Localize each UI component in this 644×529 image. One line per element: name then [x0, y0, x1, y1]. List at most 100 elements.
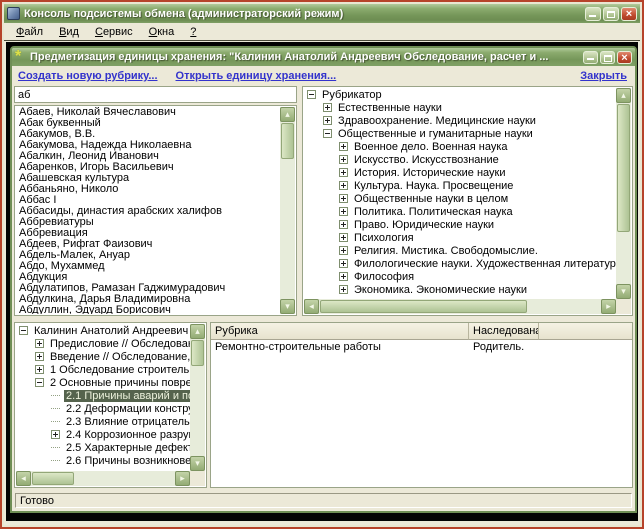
subject-list-scrollbar[interactable]: ▴ ▾ — [280, 107, 295, 314]
column-header[interactable] — [539, 323, 632, 340]
list-item[interactable]: Абалкин, Леонид Иванович — [16, 151, 280, 162]
list-item[interactable]: Абак буквенный — [16, 118, 280, 129]
scroll-thumb[interactable] — [32, 472, 74, 485]
list-item[interactable]: Аббаньяно, Николо — [16, 184, 280, 195]
collapse-icon[interactable] — [19, 326, 28, 335]
list-item[interactable]: Аббревиатуры — [16, 217, 280, 228]
tree-node[interactable]: История. Исторические науки — [304, 166, 616, 179]
expand-icon[interactable] — [339, 220, 348, 229]
scroll-thumb[interactable] — [281, 123, 294, 159]
tree-node[interactable]: Религия. Мистика. Свободомыслие. — [304, 244, 616, 257]
tree-node[interactable]: Психология — [304, 231, 616, 244]
expand-icon[interactable] — [323, 103, 332, 112]
app-titlebar[interactable]: Консоль подсистемы обмена (администратор… — [4, 4, 640, 23]
tree-node[interactable]: Естественные науки — [304, 101, 616, 114]
list-item[interactable]: Аббасиды, династия арабских халифов — [16, 206, 280, 217]
scroll-thumb[interactable] — [191, 340, 204, 366]
tree-node[interactable]: Общественные и гуманитарные науки — [304, 127, 616, 140]
column-header[interactable]: Наследована — [469, 323, 539, 340]
menu-item-1[interactable]: Вид — [51, 24, 87, 40]
list-item[interactable]: Абдель-Малек, Ануар — [16, 250, 280, 261]
expand-icon[interactable] — [323, 116, 332, 125]
expand-icon[interactable] — [51, 430, 60, 439]
list-item[interactable]: Абакумов, В.В. — [16, 129, 280, 140]
list-item[interactable]: Абдуллин, Эдуард Борисович — [16, 305, 280, 314]
expand-icon[interactable] — [339, 168, 348, 177]
collapse-icon[interactable] — [307, 90, 316, 99]
dialog-close-button[interactable]: × — [617, 51, 632, 64]
scroll-down-button[interactable]: ▾ — [190, 456, 205, 471]
list-item[interactable]: Абдулкина, Дарья Владимировна — [16, 294, 280, 305]
expand-icon[interactable] — [35, 352, 44, 361]
scroll-left-button[interactable]: ◂ — [16, 471, 31, 486]
rubricator-vertical-scrollbar[interactable]: ▴ ▾ — [616, 88, 631, 299]
minimize-button[interactable] — [585, 7, 601, 21]
column-header[interactable]: Рубрика — [211, 323, 469, 340]
tree-node[interactable]: Право. Юридические науки — [304, 218, 616, 231]
expand-icon[interactable] — [35, 365, 44, 374]
tree-node[interactable]: Культура. Наука. Просвещение — [304, 179, 616, 192]
tree-node[interactable]: Филологические науки. Художественная лит… — [304, 257, 616, 270]
list-item[interactable]: Абдукция — [16, 272, 280, 283]
scroll-down-button[interactable]: ▾ — [616, 284, 631, 299]
expand-icon[interactable] — [339, 272, 348, 281]
expand-icon[interactable] — [339, 181, 348, 190]
tree-node[interactable]: Рубрикатор — [304, 88, 616, 101]
list-item[interactable]: Абаренков, Игорь Васильевич — [16, 162, 280, 173]
tree-node[interactable]: Политика. Политическая наука — [304, 205, 616, 218]
tree-node[interactable]: Военное дело. Военная наука — [304, 140, 616, 153]
rubricator-horizontal-scrollbar[interactable]: ◂ ▸ — [304, 299, 616, 314]
menu-item-2[interactable]: Сервис — [87, 24, 141, 40]
tree-node[interactable]: Общественные науки в целом — [304, 192, 616, 205]
list-item[interactable]: Абдо, Мухаммед — [16, 261, 280, 272]
list-item[interactable]: Абдеев, Рифгат Фаизович — [16, 239, 280, 250]
list-item[interactable]: Абаев, Николай Вячеславович — [16, 107, 280, 118]
menu-item-3[interactable]: Окна — [141, 24, 183, 40]
collapse-icon[interactable] — [35, 378, 44, 387]
expand-icon[interactable] — [339, 259, 348, 268]
open-unit-link[interactable]: Открыть единицу хранения... — [176, 70, 337, 82]
list-item[interactable]: Аббас I — [16, 195, 280, 206]
expand-icon[interactable] — [339, 207, 348, 216]
dialog-maximize-button[interactable] — [600, 51, 615, 64]
scroll-thumb[interactable] — [320, 300, 527, 313]
expand-icon[interactable] — [339, 246, 348, 255]
scroll-right-button[interactable]: ▸ — [601, 299, 616, 314]
document-vertical-scrollbar[interactable]: ▴ ▾ — [190, 324, 205, 471]
tree-node[interactable]: 2.6 Причины возникновения — [16, 454, 190, 467]
close-button[interactable]: × — [621, 7, 637, 21]
tree-node[interactable]: Экономика. Экономические науки — [304, 283, 616, 296]
tree-node[interactable]: 2.5 Характерные дефекты э — [16, 441, 190, 454]
tree-node[interactable]: 2.1 Причины аварий и повре — [16, 389, 190, 402]
maximize-button[interactable] — [603, 7, 619, 21]
collapse-icon[interactable] — [323, 129, 332, 138]
list-item[interactable]: Абашевская культура — [16, 173, 280, 184]
scroll-thumb[interactable] — [617, 104, 630, 232]
expand-icon[interactable] — [35, 339, 44, 348]
expand-icon[interactable] — [339, 285, 348, 294]
expand-icon[interactable] — [339, 233, 348, 242]
tree-node[interactable]: 2.4 Коррозионное разрушен — [16, 428, 190, 441]
tree-node[interactable]: Здравоохранение. Медицинские науки — [304, 114, 616, 127]
table-row[interactable]: Ремонтно-строительные работыРодитель. — [211, 340, 632, 355]
filter-input[interactable] — [14, 86, 297, 103]
dialog-titlebar[interactable]: * Предметизация единицы хранения: "Калин… — [12, 48, 635, 66]
expand-icon[interactable] — [339, 194, 348, 203]
tree-node[interactable]: Философия — [304, 270, 616, 283]
list-item[interactable]: Аббревиация — [16, 228, 280, 239]
menu-item-4[interactable]: ? — [182, 24, 204, 40]
dialog-minimize-button[interactable] — [583, 51, 598, 64]
scroll-right-button[interactable]: ▸ — [175, 471, 190, 486]
tree-node[interactable]: Искусство. Искусствознание — [304, 153, 616, 166]
tree-node[interactable]: 1 Обследование строительных — [16, 363, 190, 376]
tree-node[interactable]: 2.3 Влияние отрицательных — [16, 415, 190, 428]
scroll-up-button[interactable]: ▴ — [190, 324, 205, 339]
scroll-left-button[interactable]: ◂ — [304, 299, 319, 314]
tree-node[interactable]: Введение // Обследование, ра — [16, 350, 190, 363]
create-rubric-link[interactable]: Создать новую рубрику... — [18, 70, 158, 82]
tree-node[interactable]: 2.2 Деформации конструкц — [16, 402, 190, 415]
menu-item-0[interactable]: Файл — [8, 24, 51, 40]
scroll-down-button[interactable]: ▾ — [280, 299, 295, 314]
scroll-up-button[interactable]: ▴ — [280, 107, 295, 122]
list-item[interactable]: Абакумова, Надежда Николаевна — [16, 140, 280, 151]
